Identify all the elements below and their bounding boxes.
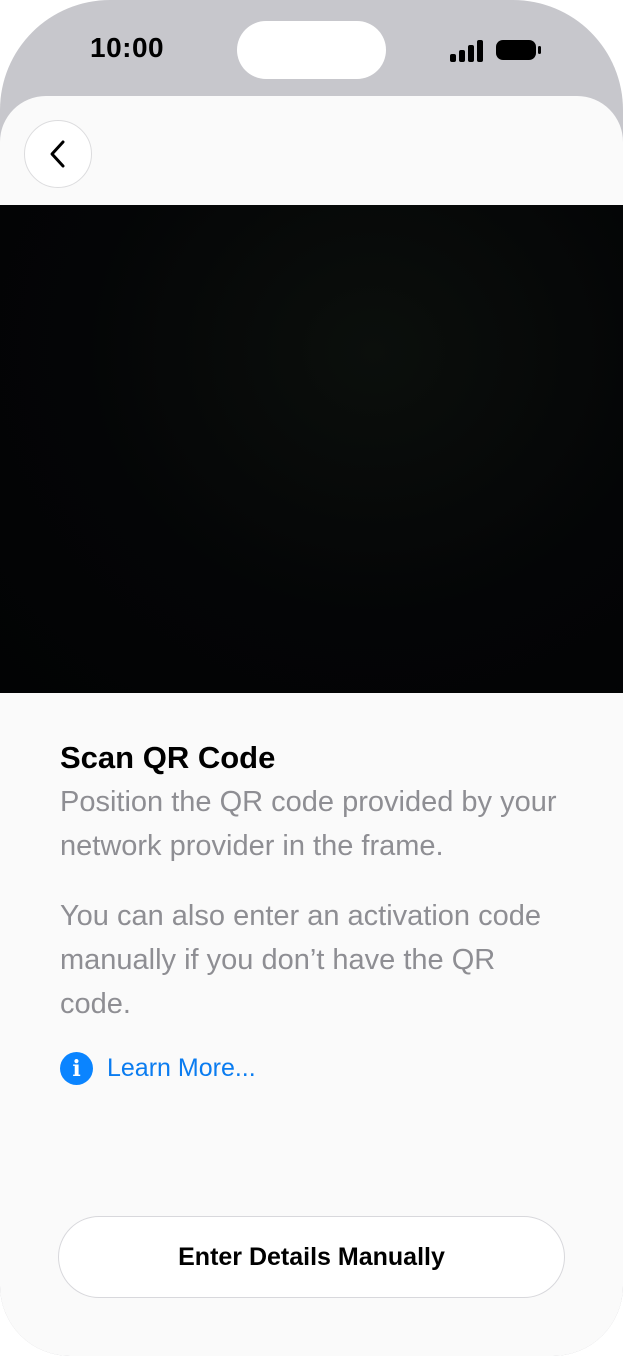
battery-icon [496,40,541,60]
manual-hint-text: You can also enter an activation code ma… [60,900,541,1020]
camera-viewfinder[interactable] [0,205,623,693]
cellular-signal-icon [450,40,483,62]
learn-more-label: Learn More... [107,1054,256,1082]
scan-qr-sheet: Scan QR Code Position the QR code provid… [0,96,623,1356]
enter-details-manually-button[interactable]: Enter Details Manually [58,1216,565,1298]
status-bar: 10:00 [0,0,623,96]
instructions: Scan QR Code Position the QR code provid… [60,736,560,1085]
back-button[interactable] [24,120,92,188]
status-time: 10:00 [90,32,165,63]
instruction-text: Position the QR code provided by your ne… [60,786,557,862]
page-title: Scan QR Code [60,740,276,775]
learn-more-link[interactable]: i Learn More... [60,1052,560,1085]
chevron-left-icon [50,140,65,168]
phone-frame: 10:00 Scan QR Code Position the QR code … [0,0,623,1356]
info-icon: i [60,1052,93,1085]
dynamic-island [237,21,386,79]
